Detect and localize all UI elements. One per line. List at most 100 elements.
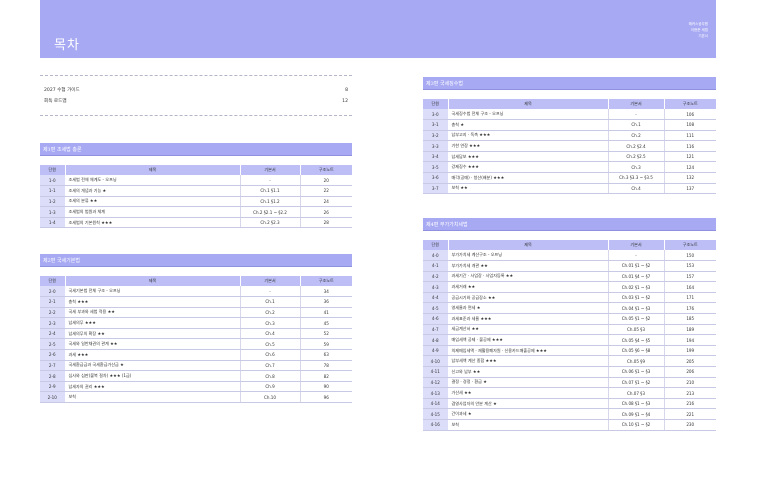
table-row[interactable]: 4-5 영세율과 면세 ★ Ch.04 §1 ~ §3 176 — [423, 302, 716, 315]
table-row[interactable]: 2-6 과세 ★★★ Ch.6 63 — [40, 349, 352, 361]
note-page-cell: 210 — [663, 377, 716, 389]
section-heading: 제1편 조세법 총론 — [40, 143, 352, 156]
table-row[interactable]: 3-4 납세담보 ★★★ Ch.2 §2.5 121 — [423, 151, 716, 163]
table-row[interactable]: 3-5 강제징수 ★★★ Ch.3 124 — [423, 161, 716, 174]
table-row[interactable]: 3-3 기한 연장 ★★★ Ch.2 §2.4 116 — [423, 140, 716, 152]
title-cell: 신고와 납부 ★★ — [448, 366, 608, 378]
table-header-row: 단원 제목 기본서 구조노트 — [423, 99, 716, 109]
header-book-info: 해커스공무원 이현준 세법 기본서 — [689, 21, 708, 39]
column-header-note: 구조노트 — [664, 99, 716, 109]
table-row[interactable]: 4-6 과세표준과 세율 ★★★ Ch.05 §1 ~ §2 185 — [423, 313, 716, 325]
table-row[interactable]: 2-0 국세기본법 전체 구조 - 오프닝 -34 — [40, 286, 352, 298]
column-header-note: 구조노트 — [664, 240, 716, 250]
unit-cell: 2-5 — [40, 338, 66, 351]
unit-cell: 1-3 — [40, 206, 66, 218]
table-row[interactable]: 1-1 조세의 개념과 기능 ★ Ch.1 §1.1 22 — [40, 185, 352, 197]
title-cell: 부가가치세 계산구조 - 오프닝 — [448, 250, 608, 262]
title-cell: 기한 연장 ★★★ — [448, 140, 608, 152]
source-cell: Ch.08 §1 ~ §3 — [607, 398, 664, 410]
unit-cell: 2-1 — [40, 296, 66, 308]
table-row[interactable]: 4-4 공급시기와 공급장소 ★★ Ch.03 §1 ~ §2 171 — [423, 292, 716, 304]
title-cell: 국세와 일반채권의 관계 ★★ — [65, 338, 240, 351]
table-row[interactable]: 2-7 국세환급금과 국세환급가산금 ★ Ch.7 78 — [40, 360, 352, 372]
note-page-cell: 116 — [663, 140, 716, 152]
table-row[interactable]: 4-1 부가가치세 개관 ★★ Ch.01 §1 ~ §2 153 — [423, 260, 716, 272]
table-row[interactable]: 1-3 조세법의 법원과 체계 Ch.2 §2.1 ~ §2.2 26 — [40, 206, 352, 218]
table-row[interactable]: 1-4 조세법의 기본원칙 ★★★ Ch.2 §2.3 28 — [40, 217, 352, 229]
title-cell: 국세징수법 전체 구조 - 오프닝 — [448, 109, 608, 121]
unit-cell: 4-3 — [423, 281, 449, 293]
guide-item[interactable]: 회독 로드맵 12 — [44, 96, 348, 107]
unit-cell: 1-4 — [40, 217, 66, 229]
title-cell: 영세율과 면세 ★ — [448, 302, 608, 315]
guide-list: 2027 수험 가이드 8 회독 로드맵 12 — [40, 75, 352, 116]
table-row[interactable]: 2-8 심사와 심판(불복 절차) ★★★ (1급) Ch.8 82 — [40, 370, 352, 382]
table-row[interactable]: 4-16 보칙 Ch.10 §1 ~ §2 230 — [423, 419, 716, 431]
note-page-cell: 153 — [663, 260, 716, 272]
source-cell: Ch.05 §9 — [607, 355, 664, 368]
source-cell: Ch.02 §1 ~ §3 — [607, 281, 664, 293]
table-row[interactable]: 2-9 납세자의 권리 ★★★ Ch.9 90 — [40, 381, 352, 393]
table-row[interactable]: 2-5 국세와 일반채권의 관계 ★★ Ch.5 59 — [40, 338, 352, 351]
table-row[interactable]: 4-11 신고와 납부 ★★ Ch.06 §1 ~ §3 206 — [423, 366, 716, 378]
note-page-cell: 82 — [299, 370, 352, 382]
table-row[interactable]: 4-2 과세기간 · 사업장 · 사업자등록 ★★ Ch.01 §4 ~ §7 157 — [423, 271, 716, 283]
table-header-row: 단원 제목 기본서 구조노트 — [40, 165, 352, 175]
table-row[interactable]: 1-2 조세의 분류 ★★ Ch.1 §1.2 24 — [40, 196, 352, 208]
table-row[interactable]: 4-3 과세거래 ★★ Ch.02 §1 ~ §3 164 — [423, 281, 716, 293]
note-page-cell: 96 — [299, 391, 352, 404]
unit-cell: 4-9 — [423, 345, 449, 357]
table-row[interactable]: 4-7 세금계산서 ★★ Ch.05 §3 189 — [423, 324, 716, 336]
table-row[interactable]: 2-2 국세 부과와 세법 적용 ★★ Ch.2 41 — [40, 307, 352, 319]
table-row[interactable]: 1-0 조세법 전체 체계도 - 오프닝 -20 — [40, 175, 352, 187]
table-row[interactable]: 3-6 매각(공매) · 청산(배분) ★★★ Ch.3 §3.3 ~ §3.5 13… — [423, 172, 716, 184]
table-row[interactable]: 4-0 부가가치세 계산구조 - 오프닝 -150 — [423, 250, 716, 262]
source-cell: Ch.2 — [239, 307, 300, 319]
unit-cell: 4-2 — [423, 271, 449, 283]
source-cell: Ch.05 §4 ~ §5 — [607, 334, 664, 346]
guide-item[interactable]: 2027 수험 가이드 8 — [44, 85, 348, 96]
table-row[interactable]: 4-12 결정 · 경정 · 환급 ★ Ch.07 §1 ~ §2 210 — [423, 377, 716, 389]
title-cell: 세금계산서 ★★ — [448, 324, 608, 336]
table-row[interactable]: 2-1 총칙 ★★★ Ch.1 36 — [40, 296, 352, 308]
table-row[interactable]: 3-1 총칙 ★ Ch.1 108 — [423, 119, 716, 131]
note-page-cell: 24 — [299, 196, 352, 208]
unit-cell: 3-3 — [423, 140, 449, 152]
table-row[interactable]: 3-0 국세징수법 전체 구조 - 오프닝 -106 — [423, 109, 716, 121]
source-cell: Ch.05 §1 ~ §2 — [607, 313, 664, 325]
title-cell: 조세의 분류 ★★ — [65, 196, 240, 208]
section-heading-text: 제2편 국세기본법 — [43, 258, 80, 264]
table-row[interactable]: 2-4 납세의무의 확장 ★★ Ch.4 52 — [40, 328, 352, 340]
title-cell: 간이과세 ★ — [448, 408, 608, 420]
title-cell: 보칙 — [448, 419, 608, 431]
table-row[interactable]: 4-13 가산세 ★★ Ch.07 §3 213 — [423, 387, 716, 399]
unit-cell: 2-9 — [40, 381, 66, 393]
unit-cell: 1-2 — [40, 196, 66, 208]
note-page-cell: 194 — [663, 334, 716, 346]
table-row[interactable]: 4-15 간이과세 ★ Ch.09 §1 ~ §4 221 — [423, 408, 716, 420]
source-cell: Ch.3 §3.3 ~ §3.5 — [607, 172, 664, 184]
unit-cell: 3-4 — [423, 151, 449, 163]
note-page-cell: 189 — [663, 324, 716, 336]
guide-item-label: 2027 수험 가이드 — [44, 88, 80, 93]
header-band: 목차 해커스공무원 이현준 세법 기본서 — [40, 0, 716, 58]
table-row[interactable]: 4-14 겸영사업자의 안분 계산 ★ Ch.08 §1 ~ §3 216 — [423, 398, 716, 410]
table-row[interactable]: 4-10 납부세액 계산 종합 ★★★ Ch.05 §9 205 — [423, 355, 716, 368]
unit-cell: 2-4 — [40, 328, 66, 340]
table-row[interactable]: 4-8 매입세액 공제 · 불공제 ★★★ Ch.05 §4 ~ §5 194 — [423, 334, 716, 346]
table-row[interactable]: 2-3 납세의무 ★★★ Ch.3 45 — [40, 317, 352, 329]
section-heading: 제2편 국세기본법 — [40, 254, 352, 267]
title-cell: 과세거래 ★★ — [448, 281, 608, 293]
source-cell: - — [239, 175, 300, 187]
table-row[interactable]: 3-2 납부고지 · 독촉 ★★★ Ch.2 111 — [423, 130, 716, 142]
title-cell: 총칙 ★ — [448, 119, 608, 131]
note-page-cell: 176 — [663, 302, 716, 315]
source-cell: Ch.07 §1 ~ §2 — [607, 377, 664, 389]
table-row[interactable]: 4-9 의제매입세액 · 재활용폐자원 · 신용카드매출공제 ★★★ Ch.05 §… — [423, 345, 716, 357]
section-heading: 제4편 부가가치세법 — [423, 218, 716, 231]
table-row[interactable]: 2-10 보칙 Ch.10 96 — [40, 391, 352, 404]
source-cell: Ch.8 — [239, 370, 300, 382]
column-header-title: 제목 — [65, 276, 241, 286]
table-row[interactable]: 3-7 보칙 ★★ Ch.4 137 — [423, 183, 716, 195]
title-cell: 부가가치세 개관 ★★ — [448, 260, 608, 272]
